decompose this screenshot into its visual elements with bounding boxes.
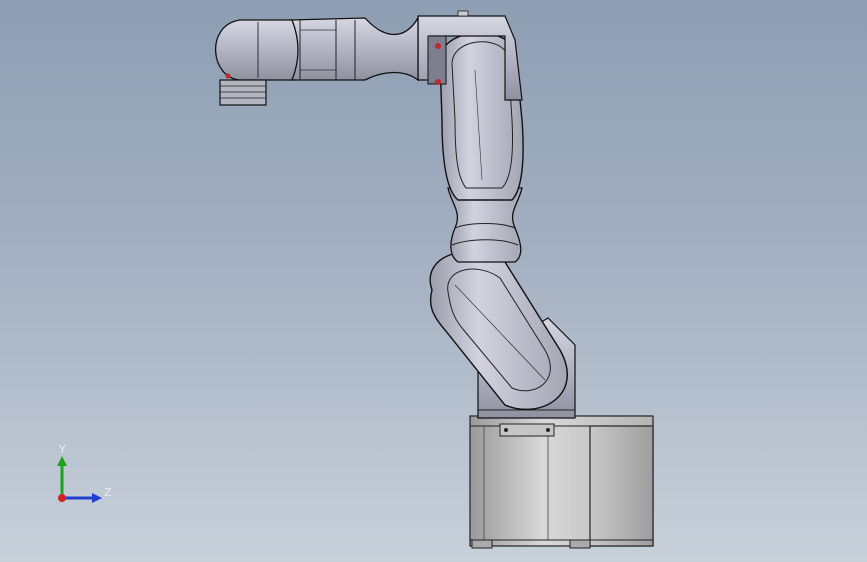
lower-arm[interactable] <box>429 251 568 410</box>
coordinate-triad: Y Z <box>57 443 112 503</box>
z-axis-arrow <box>62 493 102 503</box>
y-axis-label: Y <box>58 443 66 456</box>
z-axis-label: Z <box>104 486 112 499</box>
end-flange[interactable] <box>219 79 267 106</box>
base-cabinet[interactable] <box>469 415 654 549</box>
forearm[interactable] <box>281 15 419 82</box>
y-axis-arrow <box>57 456 67 498</box>
robot-arm-model[interactable] <box>0 0 867 562</box>
graphics-viewport[interactable]: Y Z <box>0 0 867 562</box>
x-axis-dot <box>58 494 66 502</box>
wrist[interactable] <box>215 19 299 81</box>
